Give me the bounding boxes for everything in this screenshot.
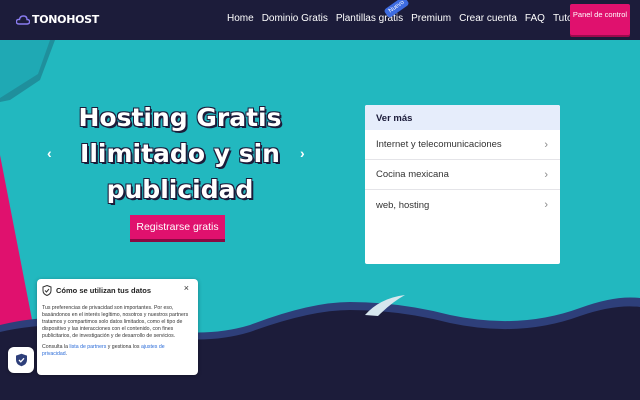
shield-check-icon (15, 353, 27, 367)
card-item-label: Cocina mexicana (376, 169, 449, 180)
consent-body: Tus preferencias de privacidad son impor… (42, 305, 189, 339)
consent-title-row: Cómo se utilizan tus datos (42, 285, 190, 296)
nav-crear-cuenta[interactable]: Crear cuenta (459, 13, 517, 24)
shield-icon (42, 285, 52, 296)
consent-footer-middle: y gestiona los (106, 344, 141, 350)
privacy-shield-button[interactable] (8, 347, 34, 373)
carousel-next-arrow[interactable]: › (300, 145, 305, 161)
card-header: Ver más (365, 105, 560, 130)
consent-footer-prefix: Consulta la (42, 344, 70, 350)
hero-headline: Hosting Gratis Ilimitado y sin publicida… (78, 103, 282, 204)
card-item-label: Internet y telecomunicaciones (376, 139, 502, 150)
privacy-consent-popup: Cómo se utilizan tus datos × Tus prefere… (37, 279, 198, 375)
chevron-right-icon: › (544, 199, 548, 211)
top-navigation-bar: TONOHOST Home Dominio Gratis Plantillas … (0, 0, 640, 40)
nav-dominio-gratis[interactable]: Dominio Gratis (262, 13, 328, 24)
brand-name: TONOHOST (32, 13, 99, 26)
brand-logo[interactable]: TONOHOST (16, 13, 99, 26)
card-item-label: web, hosting (376, 199, 430, 211)
card-item-cocina[interactable]: Cocina mexicana › (365, 160, 560, 190)
chevron-right-icon: › (544, 138, 548, 151)
register-button[interactable]: Registrarse gratis (130, 215, 225, 239)
partners-list-link[interactable]: lista de partners (69, 344, 106, 350)
nav-faq[interactable]: FAQ (525, 13, 545, 24)
nav-home[interactable]: Home (227, 13, 254, 24)
consent-footer-suffix: . (65, 351, 68, 357)
carousel-prev-arrow[interactable]: ‹ (47, 145, 52, 161)
card-item-internet[interactable]: Internet y telecomunicaciones › (365, 130, 560, 160)
close-icon[interactable]: × (184, 283, 189, 293)
cloud-icon (16, 14, 30, 25)
chevron-right-icon: › (544, 168, 548, 181)
consent-footer: Consulta la lista de partners y gestiona… (42, 344, 190, 358)
card-item-web-hosting[interactable]: web, hosting › (365, 190, 560, 220)
panel-control-button[interactable]: Panel de control (570, 4, 630, 35)
ver-mas-card: Ver más Internet y telecomunicaciones › … (365, 105, 560, 264)
nav-plantillas-gratis[interactable]: Plantillas gratis Nuevo (336, 0, 410, 24)
nav-premium[interactable]: Premium (411, 13, 451, 24)
main-nav: Home Dominio Gratis Plantillas gratis Nue… (227, 0, 604, 24)
consent-title: Cómo se utilizan tus datos (56, 286, 152, 295)
